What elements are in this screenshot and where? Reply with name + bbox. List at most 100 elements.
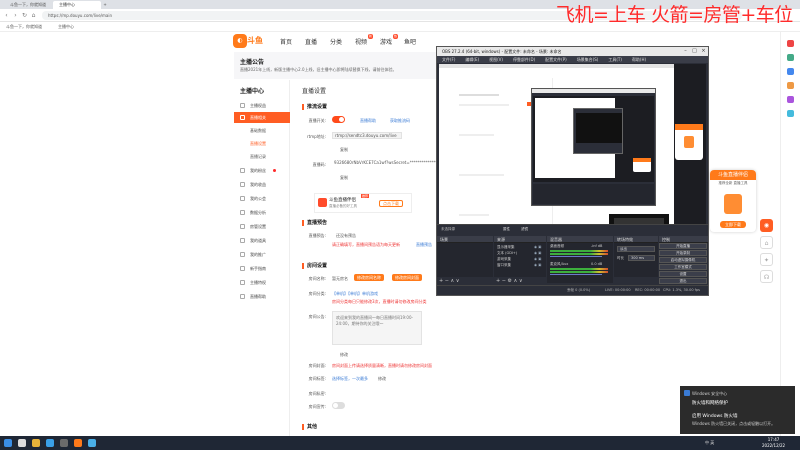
virtual-camera-button[interactable]: 启动虚拟摄像机 <box>659 257 707 263</box>
chat-icon[interactable] <box>88 439 96 447</box>
clock[interactable]: 17:47 2022/12/22 <box>762 437 785 449</box>
side-tool-icon[interactable] <box>787 68 794 75</box>
bookmark-item[interactable]: 主播中心 <box>58 22 74 32</box>
rtmp-input[interactable]: rtmp://sendtc3.douyu.com/live <box>332 132 402 139</box>
room-category-value[interactable]: 【单机】【单机】单机游戏 <box>332 291 378 297</box>
scene-add-icon[interactable]: + − ∧ ∨ <box>439 278 459 284</box>
sidebar-item-analytics[interactable]: 数据分析 <box>234 207 290 218</box>
sidebar-item-props[interactable]: 我的道具 <box>234 235 290 246</box>
nav-yuba[interactable]: 鱼吧 <box>404 37 416 46</box>
obs-icon[interactable] <box>60 439 68 447</box>
promo-download-button[interactable]: 立即下载 <box>720 221 746 228</box>
scenes-list[interactable] <box>437 243 493 277</box>
sidebar-item-income[interactable]: 我的收益 <box>234 179 290 190</box>
copy-code-button[interactable]: 复制 <box>340 175 348 181</box>
modify-room-name-button[interactable]: 修改房间名称 <box>354 274 384 281</box>
new-tab-icon[interactable]: + <box>101 1 109 9</box>
side-tool-icon[interactable] <box>787 96 794 103</box>
forward-icon[interactable]: › <box>12 12 19 19</box>
modify-room-cover-button[interactable]: 修改房间封面 <box>392 274 422 281</box>
side-tool-icon[interactable] <box>787 54 794 61</box>
get-stream-code-link[interactable]: 获取推流码 <box>390 118 410 124</box>
bookmark-item[interactable]: 斗鱼一下，你就知道 <box>6 22 42 32</box>
preview-link[interactable]: 直播预告 <box>416 242 432 248</box>
properties-button[interactable]: 属性 <box>503 227 510 232</box>
file-explorer-icon[interactable] <box>32 439 40 447</box>
douyu-app-icon[interactable] <box>74 439 82 447</box>
start-recording-button[interactable]: 开始录制 <box>659 250 707 256</box>
close-icon[interactable]: × <box>699 47 708 56</box>
menu-docks[interactable]: 停靠部件(D) <box>513 57 535 62</box>
volume-slider[interactable] <box>550 256 602 257</box>
room-notice-textarea[interactable]: 欢迎来到我的直播间～每日直播时间19:00-24:00，期待你的关注哦～ <box>332 311 422 345</box>
douyu-logo[interactable]: ◐ 斗鱼 <box>233 34 267 48</box>
float-headset-icon[interactable]: ☊ <box>760 270 773 283</box>
menu-profile[interactable]: 配置文件(P) <box>545 57 567 62</box>
float-orange-icon[interactable]: ◉ <box>760 219 773 232</box>
browser-tab-active[interactable]: 主播中心 <box>53 1 101 9</box>
browser-tab[interactable]: 斗鱼一下，你就知道 <box>4 1 52 9</box>
side-tool-icon[interactable] <box>787 110 794 117</box>
search-icon[interactable] <box>18 439 26 447</box>
live-help-link[interactable]: 直播帮助 <box>360 118 376 124</box>
windows-notification[interactable]: Windows 安全中心 防火墙和网络保护 启用 Windows 防火墙 Win… <box>680 386 795 434</box>
source-item[interactable]: 显示器采集 <box>497 245 515 250</box>
sidebar-item-guide[interactable]: 新手指南 <box>234 263 290 274</box>
copy-rtmp-button[interactable]: 复制 <box>340 147 348 153</box>
source-add-icon[interactable]: + − ⚙ ∧ ∨ <box>496 278 523 284</box>
filters-button[interactable]: 滤镜 <box>521 227 528 232</box>
sidebar-item-guild[interactable]: 我的公会 <box>234 193 290 204</box>
settings-button[interactable]: 设置 <box>659 271 707 277</box>
home-icon[interactable]: ⌂ <box>30 12 37 19</box>
eye-icon[interactable]: ◉ ▣ <box>534 257 541 261</box>
modify-tags-button[interactable]: 修改 <box>378 376 386 382</box>
minimize-icon[interactable]: – <box>681 47 690 56</box>
source-item[interactable]: 游戏采集 <box>497 257 511 262</box>
nav-game[interactable]: 游戏 <box>380 37 392 46</box>
start-icon[interactable] <box>4 439 12 447</box>
nav-home[interactable]: 首页 <box>280 37 292 46</box>
transition-select[interactable]: 淡出 <box>617 246 655 252</box>
sidebar-item-live[interactable]: 直播相关 <box>234 112 290 123</box>
live-toggle[interactable] <box>332 116 345 123</box>
sidebar-sub-live-records[interactable]: 直播记录 <box>234 151 290 162</box>
side-tool-icon[interactable] <box>787 82 794 89</box>
source-item[interactable]: 窗口采集 <box>497 263 511 268</box>
nav-video[interactable]: 视频 <box>355 37 367 46</box>
sidebar-item-fans[interactable]: 我的粉丝 <box>234 165 290 176</box>
maximize-icon[interactable]: □ <box>690 47 699 56</box>
reload-icon[interactable]: ↻ <box>21 12 28 19</box>
sidebar-sub-basic-data[interactable]: 基础数据 <box>234 125 290 136</box>
float-gift-icon[interactable]: ✦ <box>760 253 773 266</box>
browser-icon[interactable] <box>46 439 54 447</box>
room-promo-toggle[interactable] <box>332 402 345 409</box>
eye-icon[interactable]: ◉ ▣ <box>534 263 541 267</box>
studio-mode-button[interactable]: 工作室模式 <box>659 264 707 270</box>
sources-list[interactable]: 显示器采集 文本 (GDI+) 游戏采集 窗口采集 ◉ ▣ ◉ ▣ ◉ ▣ ◉ … <box>494 243 546 277</box>
sidebar-item-moderators[interactable]: 房管设置 <box>234 221 290 232</box>
source-item[interactable]: 文本 (GDI+) <box>497 251 517 256</box>
download-tool-button[interactable]: 点击下载 <box>379 200 403 207</box>
menu-file[interactable]: 文件(F) <box>442 57 455 62</box>
sidebar-item-rights[interactable]: 主播权益 <box>234 100 290 111</box>
start-streaming-button[interactable]: 开始直播 <box>659 243 707 249</box>
nav-category[interactable]: 分类 <box>330 37 342 46</box>
menu-tools[interactable]: 工具(T) <box>608 57 622 62</box>
exit-button[interactable]: 退出 <box>659 278 707 284</box>
duration-input[interactable]: 300 ms <box>628 255 655 261</box>
eye-icon[interactable]: ◉ ▣ <box>534 251 541 255</box>
float-home-icon[interactable]: ⌂ <box>760 236 773 249</box>
room-tags-value[interactable]: 选择标签，一次最多 <box>332 376 368 382</box>
menu-view[interactable]: 视图(V) <box>489 57 503 62</box>
system-tray[interactable]: 中 英 <box>705 440 714 446</box>
stream-code-input[interactable]: 9326680rNbVrKCE7Ca1wf?wsSecret=*********… <box>332 160 438 167</box>
nav-live[interactable]: 直播 <box>305 37 317 46</box>
side-tool-icon[interactable] <box>787 40 794 47</box>
sidebar-sub-live-settings[interactable]: 直播设置 <box>234 138 290 149</box>
sidebar-item-privileges[interactable]: 主播特权 <box>234 277 290 288</box>
sidebar-item-help[interactable]: 直播帮助 <box>234 291 290 302</box>
menu-scene-collection[interactable]: 场景集合(S) <box>577 57 599 62</box>
menu-edit[interactable]: 编辑(E) <box>465 57 479 62</box>
back-icon[interactable]: ‹ <box>3 12 10 19</box>
eye-icon[interactable]: ◉ ▣ <box>534 245 541 249</box>
